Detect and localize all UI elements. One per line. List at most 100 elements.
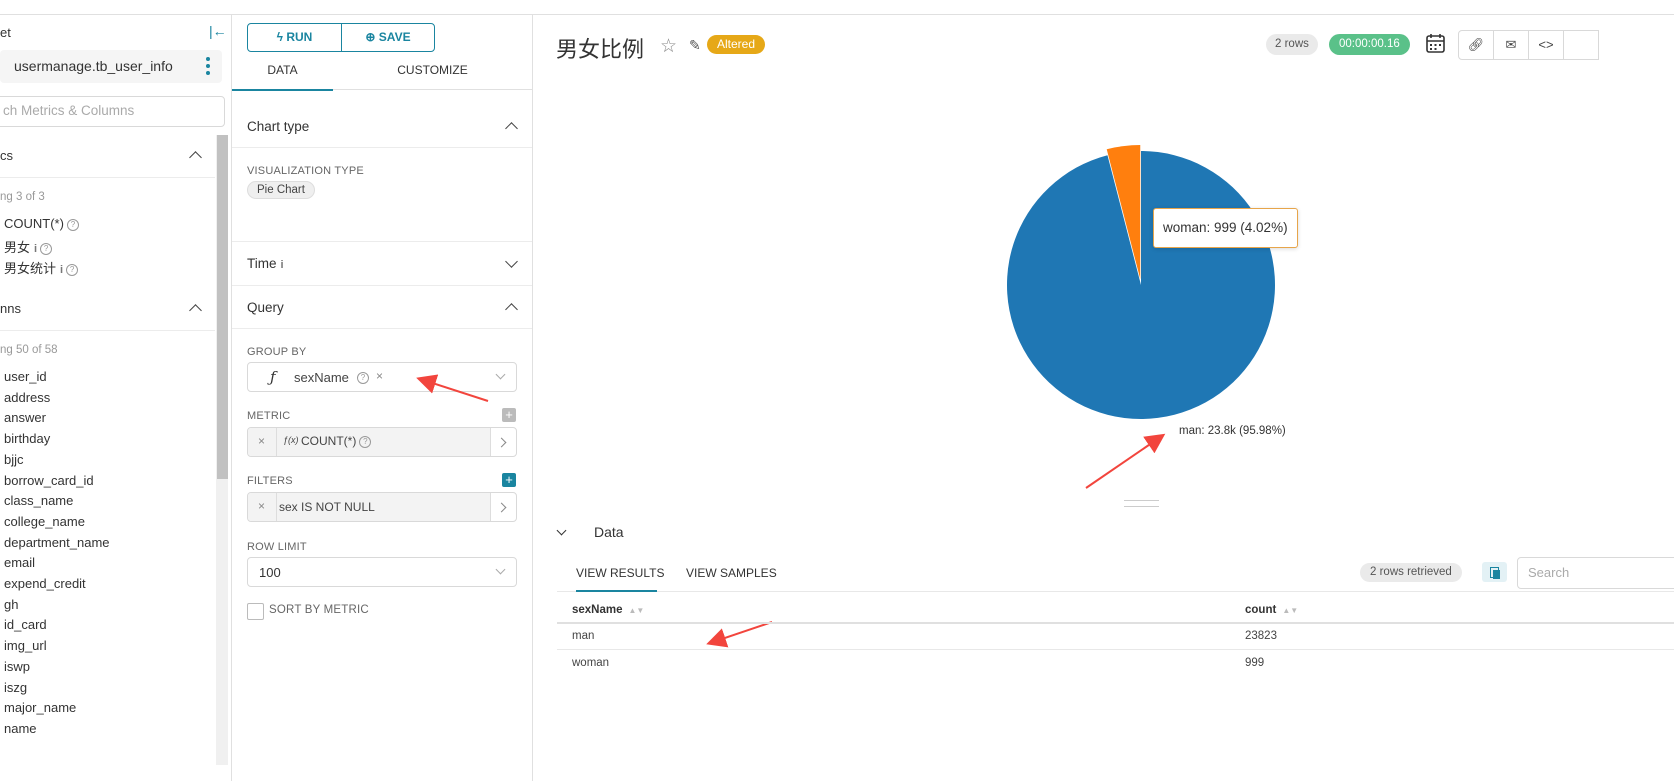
tab-customize[interactable]: CUSTOMIZE (333, 63, 532, 77)
divider (0, 177, 215, 178)
calendar-icon[interactable] (1426, 33, 1445, 53)
column-item[interactable]: borrow_card_id (4, 473, 94, 488)
column-item[interactable]: gh (4, 597, 18, 612)
sort-by-metric-checkbox[interactable] (247, 603, 264, 620)
info-icon: i (60, 264, 64, 276)
divider (232, 241, 532, 242)
annotation-arrow (1085, 433, 1166, 489)
chevron-up-icon[interactable] (505, 303, 518, 316)
metrics-columns-search-input[interactable]: ch Metrics & Columns (0, 96, 225, 127)
column-item[interactable]: email (4, 555, 35, 570)
info-icon: i (280, 259, 284, 271)
metrics-count: ng 3 of 3 (0, 191, 45, 203)
chart-tooltip: woman: 999 (4.02%) (1153, 208, 1298, 248)
function-icon: ƒ(x) (283, 435, 299, 445)
divider (276, 493, 277, 521)
question-icon: ? (66, 219, 79, 231)
link-icon[interactable]: 🔗︎ (1458, 30, 1494, 60)
dataset-selector[interactable]: usermanage.tb_user_info (0, 50, 222, 83)
group-by-value: sexName (294, 370, 349, 385)
column-item[interactable]: department_name (4, 535, 110, 550)
column-item[interactable]: id_card (4, 617, 47, 632)
column-item[interactable]: expend_credit (4, 576, 86, 591)
more-actions-button[interactable] (1563, 30, 1599, 60)
search-placeholder: ch Metrics & Columns (3, 103, 135, 118)
data-section-title[interactable]: Data (594, 524, 624, 540)
column-header[interactable]: sexName ▲▼ (572, 604, 644, 616)
run-button[interactable]: ϟ RUN (248, 24, 341, 51)
altered-badge[interactable]: Altered (707, 35, 766, 54)
results-search-input[interactable]: Search (1517, 557, 1674, 589)
metrics-section-title[interactable]: cs (0, 148, 13, 163)
embed-code-icon[interactable]: <> (1528, 30, 1564, 60)
column-item[interactable]: bjjc (4, 452, 24, 467)
column-item[interactable]: iszg (4, 680, 27, 695)
query-section-title[interactable]: Query (247, 300, 284, 315)
annotation-arrows (416, 374, 1166, 648)
column-item[interactable]: address (4, 390, 50, 405)
row-limit-value: 100 (259, 565, 281, 580)
dataset-name: usermanage.tb_user_info (14, 58, 173, 74)
share-actions: 🔗︎ ✉ <> (1458, 30, 1674, 60)
column-item[interactable]: college_name (4, 514, 85, 529)
metric-value: COUNT(*)? (301, 434, 372, 448)
viz-type-value[interactable]: Pie Chart (247, 181, 315, 199)
question-icon: ? (357, 372, 369, 384)
chart-title[interactable]: 男女比例 (556, 32, 644, 64)
star-icon[interactable]: ☆ (660, 35, 677, 58)
remove-icon[interactable]: × (258, 434, 265, 448)
column-item[interactable]: img_url (4, 638, 47, 653)
table-cell: man (572, 630, 595, 642)
column-item[interactable]: birthday (4, 431, 50, 446)
viz-type-label: VISUALIZATION TYPE (247, 165, 364, 177)
dataset-label: et (0, 25, 11, 40)
chevron-down-icon[interactable] (505, 255, 518, 268)
column-item[interactable]: major_name (4, 700, 76, 715)
annotation-arrow (416, 374, 489, 402)
column-item[interactable]: iswp (4, 659, 30, 674)
tab-data[interactable]: DATA (232, 63, 333, 77)
metric-item[interactable]: 男女 i? (4, 237, 53, 256)
email-icon[interactable]: ✉ (1493, 30, 1529, 60)
annotation-arrow (706, 621, 773, 648)
time-section-title[interactable]: Time i (247, 256, 284, 271)
columns-section-title[interactable]: nns (0, 301, 21, 316)
sort-icon[interactable]: ▲▼ (629, 606, 645, 615)
chart-type-section-title[interactable]: Chart type (247, 119, 309, 134)
table-cell: woman (572, 657, 610, 669)
column-item[interactable]: name (4, 721, 37, 736)
column-item[interactable]: answer (4, 410, 46, 425)
column-item[interactable]: class_name (4, 493, 73, 508)
column-item[interactable]: user_id (4, 369, 47, 384)
sort-icon[interactable]: ▲▼ (1282, 606, 1298, 615)
save-button[interactable]: ⊕ SAVE (342, 24, 434, 51)
remove-icon[interactable]: × (258, 499, 265, 513)
table-cell: 999 (1245, 657, 1265, 669)
function-icon: ƒ (270, 368, 276, 386)
collapse-panel-icon[interactable]: |← (209, 23, 227, 39)
active-tab-indicator (576, 590, 657, 592)
edit-icon[interactable]: ✎ (689, 37, 701, 54)
table-cell: 23823 (1245, 630, 1277, 642)
plus-circle-icon: ⊕ (365, 30, 379, 44)
copy-icon[interactable] (1482, 562, 1507, 582)
metric-item[interactable]: 男女统计 i? (4, 258, 79, 277)
question-icon: ? (40, 243, 53, 255)
metric-item[interactable]: COUNT(*)? (4, 216, 79, 231)
info-icon: i (34, 243, 38, 255)
more-options-icon[interactable] (206, 57, 210, 77)
scrollbar-thumb[interactable] (217, 135, 228, 479)
divider (557, 591, 1674, 592)
tab-view-samples[interactable]: VIEW SAMPLES (686, 566, 777, 580)
chevron-up-icon[interactable] (189, 151, 202, 164)
tab-view-results[interactable]: VIEW RESULTS (576, 566, 664, 580)
question-icon: ? (66, 264, 79, 276)
query-time-badge: 00:00:00.16 (1329, 34, 1410, 55)
divider (557, 649, 1674, 650)
rows-retrieved-badge: 2 rows retrieved (1360, 563, 1462, 582)
chevron-up-icon[interactable] (189, 304, 202, 317)
divider (232, 285, 532, 286)
column-header[interactable]: count ▲▼ (1245, 604, 1298, 616)
remove-icon[interactable]: × (376, 369, 383, 383)
chevron-up-icon[interactable] (505, 122, 518, 135)
